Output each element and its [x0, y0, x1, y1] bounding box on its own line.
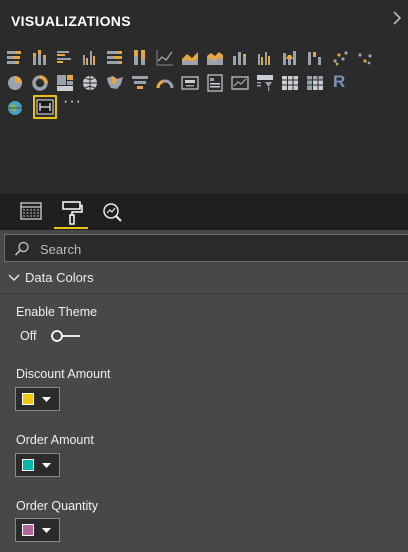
color-swatch: [22, 459, 34, 471]
more-options-icon[interactable]: ···: [62, 93, 84, 119]
series-label-order-quantity: Order Quantity: [16, 499, 98, 513]
treemap-icon[interactable]: [54, 72, 76, 94]
tab-format[interactable]: [52, 194, 90, 230]
more-options-dots: ···: [63, 93, 82, 110]
pie-chart-icon[interactable]: [4, 72, 26, 94]
custom-visual-icon[interactable]: [33, 95, 57, 119]
search-input[interactable]: [38, 239, 382, 259]
format-search-box[interactable]: [4, 234, 408, 262]
clustered-bar-chart-icon[interactable]: [54, 47, 76, 69]
map-icon[interactable]: [79, 72, 101, 94]
color-swatch: [22, 393, 34, 405]
scatter-chart-icon[interactable]: [329, 47, 351, 69]
r-script-visual-icon[interactable]: R: [329, 72, 351, 94]
funnel-icon[interactable]: [129, 72, 151, 94]
tab-fields[interactable]: [11, 194, 49, 230]
enable-theme-toggle[interactable]: [49, 328, 83, 344]
chevron-down-icon: [42, 463, 51, 468]
kpi-icon[interactable]: [229, 72, 251, 94]
100-percent-stacked-column-chart-icon[interactable]: [129, 47, 151, 69]
matrix-icon[interactable]: [304, 72, 326, 94]
line-and-clustered-column-chart-icon[interactable]: [254, 47, 276, 69]
multi-row-card-icon[interactable]: [204, 72, 226, 94]
data-colors-section-header[interactable]: Data Colors: [0, 263, 408, 294]
line-chart-icon[interactable]: [154, 47, 176, 69]
visual-gallery: R ···: [0, 42, 408, 194]
series-label-order-amount: Order Amount: [16, 433, 94, 447]
color-swatch: [22, 524, 34, 536]
panel-title: VISUALIZATIONS: [11, 13, 131, 29]
pane-tabs: [0, 194, 408, 230]
ribbon-chart-icon[interactable]: [279, 47, 301, 69]
fields-icon: [20, 202, 42, 220]
stacked-area-chart-icon[interactable]: [204, 47, 226, 69]
chevron-down-icon: [42, 528, 51, 533]
analytics-magnifier-icon: [103, 203, 122, 222]
search-icon: [14, 241, 29, 256]
slicer-icon[interactable]: [254, 72, 276, 94]
table-icon[interactable]: [279, 72, 301, 94]
waterfall-chart-icon[interactable]: [304, 47, 326, 69]
order-quantity-color-picker[interactable]: [15, 518, 60, 542]
area-chart-icon[interactable]: [179, 47, 201, 69]
series-label-discount-amount: Discount Amount: [16, 367, 111, 381]
donut-chart-icon[interactable]: [29, 72, 51, 94]
enable-theme-state: Off: [20, 329, 37, 343]
order-amount-color-picker[interactable]: [15, 453, 60, 477]
section-title: Data Colors: [25, 270, 94, 285]
filled-map-icon[interactable]: [104, 72, 126, 94]
stacked-column-chart-icon[interactable]: [29, 47, 51, 69]
paint-roller-icon: [62, 201, 83, 225]
stacked-bar-chart-icon[interactable]: [4, 47, 26, 69]
r-visual-letter: R: [333, 72, 346, 91]
card-icon[interactable]: [179, 72, 201, 94]
line-and-stacked-column-chart-icon[interactable]: [229, 47, 251, 69]
more-row-scatter-icon[interactable]: [354, 47, 376, 69]
100-percent-stacked-bar-chart-icon[interactable]: [104, 47, 126, 69]
tab-analytics[interactable]: [92, 194, 130, 230]
enable-theme-label: Enable Theme: [16, 305, 98, 319]
visualizations-header: VISUALIZATIONS: [0, 0, 408, 42]
discount-amount-color-picker[interactable]: [15, 387, 60, 411]
chevron-down-icon: [8, 274, 20, 281]
arcgis-map-icon[interactable]: [4, 97, 26, 119]
chevron-down-icon: [42, 397, 51, 402]
gauge-icon[interactable]: [154, 72, 176, 94]
clustered-column-chart-icon[interactable]: [79, 47, 101, 69]
collapse-pane-icon[interactable]: [388, 9, 406, 31]
